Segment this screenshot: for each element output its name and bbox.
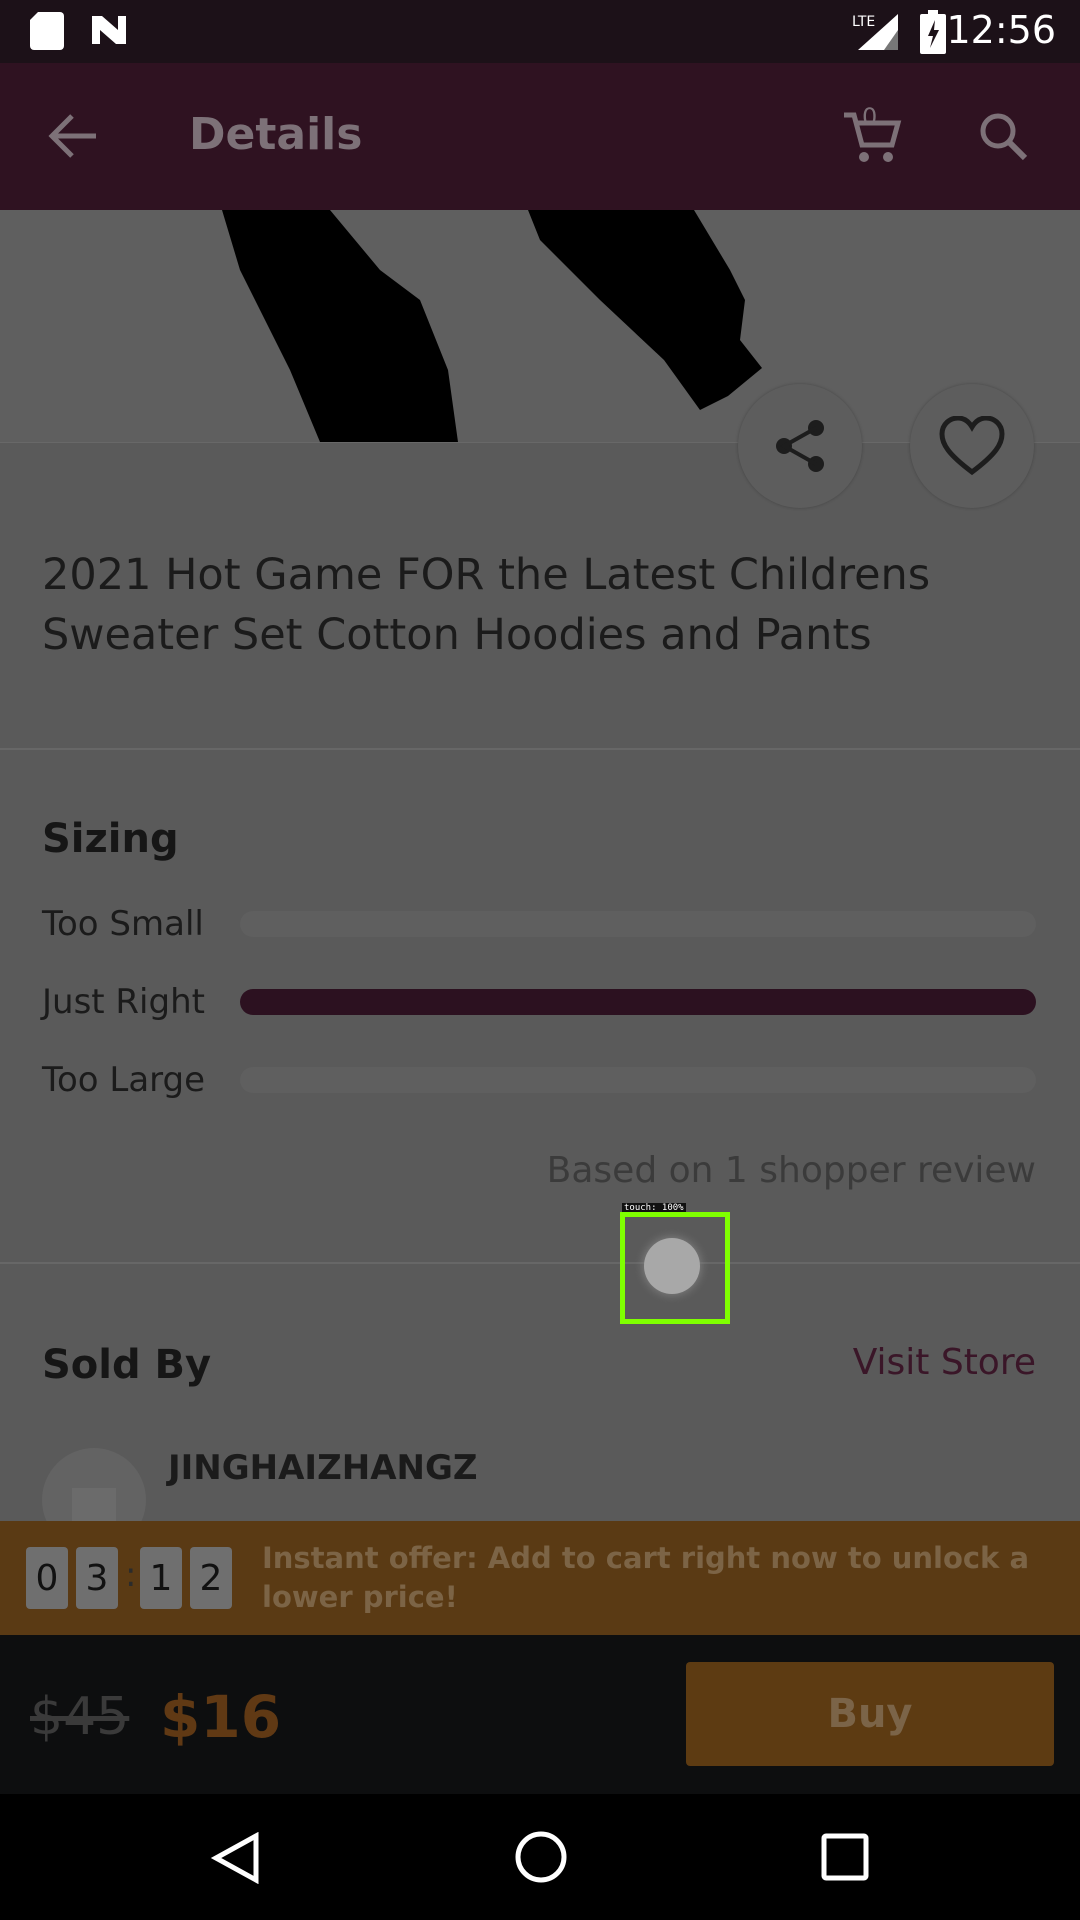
- countdown-digit: 0: [26, 1547, 68, 1609]
- share-button[interactable]: [738, 384, 862, 508]
- favorite-button[interactable]: [910, 384, 1034, 508]
- countdown-digit: 1: [140, 1547, 182, 1609]
- system-nav-bar: [0, 1794, 1080, 1920]
- size-label-too-large: Too Large: [42, 1060, 206, 1100]
- signal-icon: LTE: [852, 12, 902, 52]
- status-bar: LTE 12:56: [0, 0, 1080, 63]
- heart-icon: [939, 416, 1005, 476]
- share-icon: [776, 420, 824, 472]
- sizing-heading: Sizing: [42, 816, 179, 862]
- nav-back-icon[interactable]: [210, 1831, 262, 1885]
- countdown-digit: 2: [190, 1547, 232, 1609]
- size-bar-too-large: [240, 1067, 1036, 1093]
- product-photo-silhouette: [222, 210, 762, 442]
- buy-button[interactable]: Buy: [686, 1662, 1054, 1766]
- size-bar-fill: [240, 989, 1036, 1015]
- size-bar-too-small: [240, 911, 1036, 937]
- countdown-separator: :: [125, 1555, 137, 1595]
- battery-icon: [920, 10, 946, 54]
- product-image[interactable]: [0, 210, 1080, 443]
- offer-text: Instant offer: Add to cart right now to …: [262, 1541, 1030, 1614]
- touch-point: [644, 1238, 700, 1294]
- clock: 12:56: [946, 8, 1056, 52]
- cart-count-badge: 0: [862, 103, 878, 131]
- visit-store-link[interactable]: Visit Store: [853, 1342, 1036, 1383]
- back-arrow-icon[interactable]: [40, 103, 106, 169]
- store-name[interactable]: JINGHAIZHANGZ: [168, 1448, 478, 1488]
- nav-recents-icon[interactable]: [820, 1832, 870, 1882]
- sale-price: $16: [160, 1683, 282, 1751]
- page-title: Details: [189, 109, 363, 160]
- original-price: $45: [30, 1687, 130, 1747]
- countdown-digit: 3: [76, 1547, 118, 1609]
- sd-card-icon: [30, 12, 64, 50]
- app-bar: Details 0: [0, 63, 1080, 210]
- divider: [0, 1262, 1080, 1264]
- n-logo-icon: [88, 12, 130, 48]
- search-icon[interactable]: [970, 103, 1036, 169]
- instant-offer-banner[interactable]: 0 3 : 1 2 Instant offer: Add to cart rig…: [0, 1521, 1080, 1635]
- size-label-too-small: Too Small: [42, 904, 204, 944]
- nav-home-icon[interactable]: [514, 1830, 568, 1884]
- size-bar-just-right: [240, 989, 1036, 1015]
- size-label-just-right: Just Right: [42, 982, 205, 1022]
- review-count-note: Based on 1 shopper review: [546, 1150, 1036, 1191]
- purchase-bar: $45 $16 Buy: [0, 1635, 1080, 1794]
- product-title: 2021 Hot Game FOR the Latest Childrens S…: [42, 550, 931, 660]
- sold-by-heading: Sold By: [42, 1342, 212, 1388]
- divider: [0, 748, 1080, 750]
- svg-text:LTE: LTE: [852, 14, 875, 30]
